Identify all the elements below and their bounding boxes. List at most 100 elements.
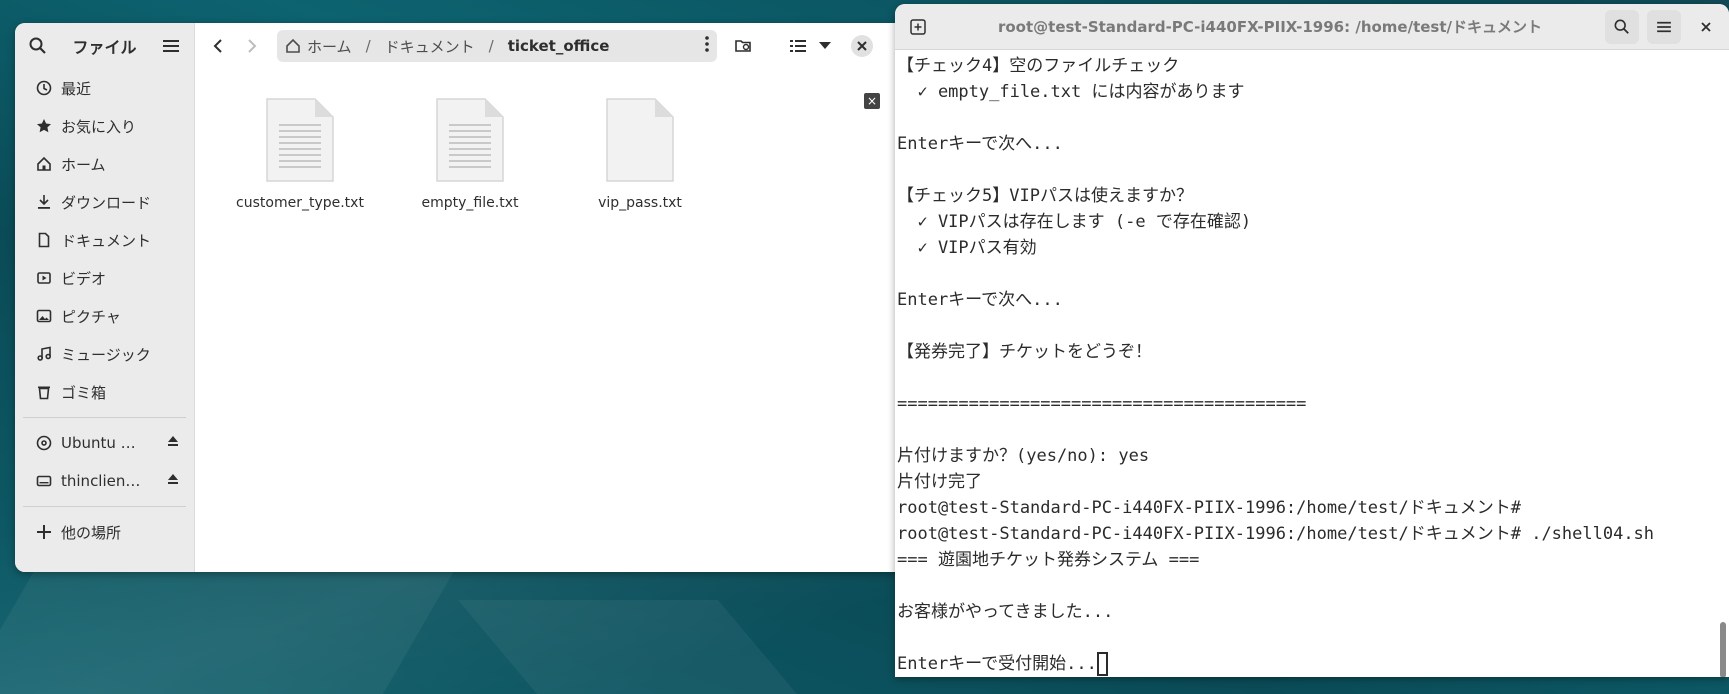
sidebar-item-downloads[interactable]: ダウンロード	[15, 183, 194, 221]
text-file-icon	[266, 98, 334, 182]
sidebar-item-label: ドキュメント	[61, 231, 152, 250]
file-item[interactable]: customer_type.txt	[215, 97, 385, 211]
document-icon	[33, 232, 55, 248]
breadcrumb-home[interactable]: ホーム	[307, 36, 352, 57]
text-file-icon	[436, 98, 504, 182]
search-icon[interactable]	[21, 29, 55, 63]
sidebar-item-starred[interactable]: お気に入り	[15, 107, 194, 145]
breadcrumb: ホーム / ドキュメント / ticket_office	[277, 30, 717, 62]
picture-icon	[33, 308, 55, 324]
file-name: vip_pass.txt	[598, 195, 682, 211]
drive-icon	[33, 473, 55, 489]
scrollbar[interactable]	[1720, 622, 1726, 677]
sidebar-item-other-locations[interactable]: 他の場所	[15, 513, 194, 551]
video-icon	[33, 270, 55, 286]
new-tab-button[interactable]	[901, 10, 935, 44]
list-view-button[interactable]	[781, 29, 815, 63]
sidebar-item-label: 最近	[61, 79, 92, 98]
sidebar-item-ubuntu-drive[interactable]: Ubuntu 2…	[15, 424, 194, 462]
sidebar-item-label: ホーム	[61, 155, 106, 174]
sidebar-item-recent[interactable]: 最近	[15, 69, 194, 107]
file-name: empty_file.txt	[421, 195, 519, 211]
home-icon	[285, 38, 301, 54]
terminal-line: Enterキーで次へ...	[897, 290, 1063, 310]
sidebar-item-thinclient-drive[interactable]: thinclient…	[15, 462, 194, 500]
view-options-dropdown[interactable]	[815, 29, 835, 63]
star-icon	[33, 118, 55, 134]
sidebar-item-label: ダウンロード	[61, 193, 152, 212]
close-button[interactable]	[1689, 10, 1723, 44]
close-button[interactable]	[845, 29, 879, 63]
file-name: customer_type.txt	[236, 195, 364, 211]
app-title: ファイル	[72, 38, 137, 57]
terminal-output[interactable]: 【チェック4】空のファイルチェック ✓ empty_file.txt には内容が…	[895, 51, 1715, 677]
back-button[interactable]	[201, 29, 235, 63]
hamburger-menu-icon[interactable]	[154, 29, 188, 63]
close-icon	[851, 35, 873, 57]
search-location-button[interactable]	[727, 29, 761, 63]
terminal-line: root@test-Standard-PC-i440FX-PIIX-1996:/…	[897, 524, 1655, 544]
music-icon	[33, 346, 55, 362]
sidebar-item-music[interactable]: ミュージック	[15, 335, 194, 373]
breadcrumb-documents[interactable]: ドキュメント	[385, 36, 475, 57]
breadcrumb-separator: /	[488, 37, 494, 55]
sidebar-item-trash[interactable]: ゴミ箱	[15, 373, 194, 411]
sidebar-item-label: ビデオ	[61, 269, 107, 288]
terminal-line: 【チェック5】VIPパスは使えますか？	[897, 186, 1193, 206]
terminal-window: root@test-Standard-PC-i440FX-PIIX-1996: …	[895, 4, 1729, 677]
file-view: ホーム / ドキュメント / ticket_office customer_ty…	[195, 23, 905, 572]
search-icon	[1614, 19, 1630, 35]
file-item[interactable]: vip_pass.txt	[555, 97, 725, 211]
wallpaper-shard	[0, 560, 461, 694]
terminal-line: Enterキーで受付開始...	[897, 654, 1097, 674]
eject-icon[interactable]	[166, 472, 180, 490]
sidebar-item-home[interactable]: ホーム	[15, 145, 194, 183]
clock-icon	[33, 80, 55, 96]
search-button[interactable]	[1605, 9, 1639, 44]
file-grid: customer_type.txt empty_file.txt vip_pas…	[215, 97, 725, 211]
terminal-headerbar: root@test-Standard-PC-i440FX-PIIX-1996: …	[895, 4, 1729, 50]
sidebar-divider	[23, 417, 186, 418]
text-cursor	[1096, 652, 1108, 676]
plus-icon	[33, 525, 55, 539]
terminal-line: 片付けますか？(yes/no): yes	[897, 446, 1150, 466]
dismiss-badge[interactable]: ×	[864, 93, 880, 109]
sidebar-item-pictures[interactable]: ピクチャ	[15, 297, 194, 335]
sidebar-item-documents[interactable]: ドキュメント	[15, 221, 194, 259]
terminal-line: ✓ empty_file.txt には内容があります	[897, 82, 1245, 102]
forward-button[interactable]	[235, 29, 269, 63]
disc-icon	[33, 435, 55, 451]
trash-icon	[33, 384, 55, 400]
breadcrumb-current[interactable]: ticket_office	[508, 37, 610, 55]
terminal-line: お客様がやってきました...	[897, 602, 1114, 622]
menu-button[interactable]	[1647, 9, 1681, 44]
terminal-line: === 遊園地チケット発券システム ===	[897, 550, 1200, 570]
window-title: root@test-Standard-PC-i440FX-PIIX-1996: …	[997, 18, 1543, 36]
wallpaper-shard	[458, 600, 802, 694]
terminal-line: root@test-Standard-PC-i440FX-PIIX-1996:/…	[897, 498, 1521, 518]
kebab-menu-icon[interactable]	[705, 36, 709, 56]
sidebar-header: ファイル	[15, 23, 194, 69]
sidebar-item-videos[interactable]: ビデオ	[15, 259, 194, 297]
sidebar-item-label: Ubuntu 2…	[61, 434, 145, 452]
terminal-line: ✓ VIPパスは存在します (-e で存在確認)	[897, 212, 1252, 232]
hamburger-menu-icon	[1657, 21, 1671, 33]
file-item[interactable]: empty_file.txt	[385, 97, 555, 211]
sidebar: ファイル 最近 お気に入り ホーム ダウンロード ドキュメント ビデオ ピクチャ…	[15, 23, 195, 572]
sidebar-item-label: ゴミ箱	[61, 383, 107, 402]
empty-file-icon	[606, 98, 674, 182]
terminal-line: 【発券完了】チケットをどうぞ！	[897, 342, 1152, 362]
eject-icon[interactable]	[166, 434, 180, 452]
sidebar-item-label: お気に入り	[61, 117, 137, 136]
toolbar: ホーム / ドキュメント / ticket_office	[195, 23, 905, 69]
sidebar-item-label: 他の場所	[61, 523, 122, 542]
breadcrumb-separator: /	[365, 37, 371, 55]
terminal-line: 【チェック4】空のファイルチェック	[897, 56, 1180, 76]
